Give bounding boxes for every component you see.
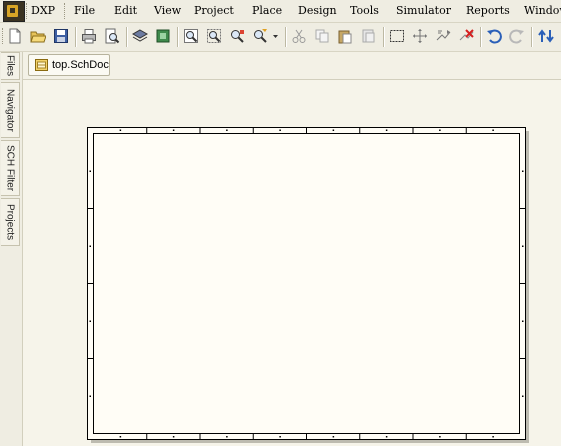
- zone-marker-dot: [385, 129, 388, 131]
- zone-marker-dot: [89, 170, 91, 172]
- zone-marker-dot: [226, 129, 228, 131]
- cut-icon[interactable]: [291, 28, 307, 44]
- panel-tab-label: Files: [4, 55, 16, 77]
- dxp-logo-icon[interactable]: [3, 1, 25, 22]
- toolbar-separator: [531, 27, 533, 47]
- panel-tab-sch-filter[interactable]: SCH Filter: [1, 140, 20, 196]
- move-cross-icon[interactable]: [412, 28, 428, 44]
- toolbar-separator: [480, 27, 482, 47]
- zone-marker-dot: [279, 436, 281, 438]
- menu-tools[interactable]: Tools: [350, 4, 379, 17]
- menu-file[interactable]: File: [74, 4, 95, 17]
- schematic-document-icon: [35, 59, 48, 71]
- save-icon[interactable]: [53, 28, 69, 44]
- zone-marker-dot: [439, 436, 441, 438]
- zone-marker-dot: [332, 436, 335, 438]
- zone-marker-dot: [89, 320, 91, 322]
- move-selection-icon[interactable]: [435, 28, 451, 44]
- zone-marker-dot: [226, 436, 228, 438]
- zone-marker-dot: [172, 436, 175, 438]
- layers-icon[interactable]: [132, 28, 148, 44]
- chip-library-icon[interactable]: [155, 28, 171, 44]
- menu-design[interactable]: Design: [298, 4, 337, 17]
- zone-marker-dot: [89, 395, 91, 397]
- document-tab[interactable]: top.SchDoc: [28, 54, 110, 76]
- new-document-icon[interactable]: [7, 28, 23, 44]
- menu-grip: [64, 3, 67, 19]
- menu-view[interactable]: View: [154, 4, 181, 17]
- standard-toolbar: [0, 23, 561, 52]
- zone-marker-dot: [492, 129, 494, 131]
- menu-place[interactable]: Place: [252, 4, 282, 17]
- zone-marker-dot: [172, 129, 175, 131]
- select-rectangle-icon[interactable]: [389, 28, 405, 44]
- zoom-area-icon[interactable]: [206, 28, 222, 44]
- panel-tab-strip: Files Navigator SCH Filter Projects: [0, 52, 23, 446]
- dropdown-arrow-icon[interactable]: [271, 28, 280, 44]
- zone-marker-dot: [279, 129, 281, 131]
- toolbar-separator: [285, 27, 287, 47]
- menu-dxp[interactable]: DXP: [29, 4, 57, 17]
- schematic-sheet[interactable]: [23, 80, 561, 446]
- print-preview-icon[interactable]: [104, 28, 120, 44]
- zone-marker-dot: [522, 170, 524, 172]
- zone-marker-dot: [119, 129, 122, 131]
- zone-marker-dot: [522, 320, 524, 322]
- document-tab-label: top.SchDoc: [52, 59, 109, 71]
- panel-tab-label: Navigator: [4, 88, 16, 132]
- toolbar-separator: [75, 27, 77, 47]
- sheet-outer-border: [87, 127, 526, 440]
- open-folder-icon[interactable]: [30, 28, 46, 44]
- zone-marker-dot: [492, 436, 494, 438]
- paste-icon[interactable]: [337, 28, 353, 44]
- panel-tab-label: SCH Filter: [4, 144, 16, 192]
- rubber-stamp-icon[interactable]: [360, 28, 376, 44]
- menu-simulator[interactable]: Simulator: [396, 4, 451, 17]
- zone-marker-dot: [89, 245, 91, 247]
- zone-marker-dot: [522, 245, 524, 247]
- clear-selection-icon[interactable]: [458, 28, 474, 44]
- toolbar-separator: [383, 27, 385, 47]
- zone-marker-dot: [119, 436, 122, 438]
- menu-window[interactable]: Window: [524, 4, 561, 17]
- menu-project[interactable]: Project: [194, 4, 234, 17]
- menu-bar: DXP File Edit View Project Place Design …: [0, 0, 561, 23]
- redo-icon[interactable]: [509, 28, 525, 44]
- panel-tab-label: Projects: [4, 203, 16, 241]
- zoom-selected-icon[interactable]: [229, 28, 245, 44]
- panel-tab-files[interactable]: Files: [1, 52, 20, 80]
- toolbar-separator: [177, 27, 179, 47]
- zoom-filter-icon[interactable]: [252, 28, 268, 44]
- zone-marker-dot: [332, 129, 335, 131]
- document-tab-strip: top.SchDoc: [23, 52, 561, 80]
- zone-marker-dot: [385, 436, 388, 438]
- schematic-workspace[interactable]: [23, 80, 561, 446]
- zone-marker-dot: [439, 129, 441, 131]
- panel-tab-navigator[interactable]: Navigator: [1, 82, 20, 138]
- undo-icon[interactable]: [486, 28, 502, 44]
- zoom-fit-document-icon[interactable]: [183, 28, 199, 44]
- menu-edit[interactable]: Edit: [114, 4, 137, 17]
- up-down-hierarchy-icon[interactable]: [537, 28, 557, 44]
- zone-marker-dot: [522, 395, 524, 397]
- copy-icon[interactable]: [314, 28, 330, 44]
- toolbar-separator: [126, 27, 128, 47]
- print-icon[interactable]: [81, 28, 97, 44]
- toolbar-grip: [2, 28, 5, 44]
- panel-tab-projects[interactable]: Projects: [1, 198, 20, 246]
- menu-reports[interactable]: Reports: [466, 4, 510, 17]
